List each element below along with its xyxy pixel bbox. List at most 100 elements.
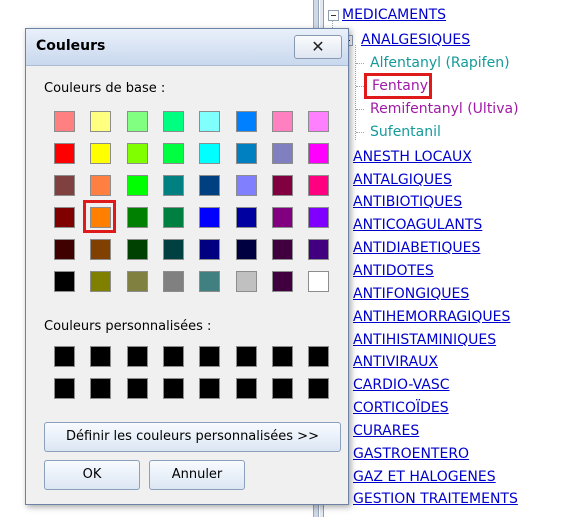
color-swatch[interactable] xyxy=(236,207,257,228)
cancel-button[interactable]: Annuler xyxy=(149,460,245,490)
tree-connector xyxy=(356,86,364,87)
color-swatch[interactable] xyxy=(236,271,257,292)
color-swatch[interactable] xyxy=(199,175,220,196)
color-swatch[interactable] xyxy=(272,175,293,196)
color-swatch[interactable] xyxy=(163,271,184,292)
dialog-title: Couleurs xyxy=(36,38,106,54)
tree-category-label[interactable]: CORTICOÏDES xyxy=(353,397,449,419)
color-swatch[interactable] xyxy=(90,239,111,260)
custom-color-swatch[interactable] xyxy=(127,346,148,367)
color-swatch[interactable] xyxy=(199,207,220,228)
custom-color-swatch[interactable] xyxy=(272,378,293,399)
tree-connector xyxy=(356,109,364,110)
color-swatch[interactable] xyxy=(54,111,75,132)
color-swatch[interactable] xyxy=(90,175,111,196)
custom-color-swatch[interactable] xyxy=(163,378,184,399)
custom-color-swatch[interactable] xyxy=(127,378,148,399)
tree-category-label[interactable]: ANTIHEMORRAGIQUES xyxy=(353,306,510,328)
selection-highlight xyxy=(364,73,432,99)
tree-group-label[interactable]: ANALGESIQUES xyxy=(361,29,470,51)
color-swatch[interactable] xyxy=(163,175,184,196)
color-swatch[interactable] xyxy=(54,143,75,164)
color-swatch[interactable] xyxy=(127,143,148,164)
tree-category-label[interactable]: ANTIHISTAMINIQUES xyxy=(353,329,496,351)
tree-category-label[interactable]: ANTIFONGIQUES xyxy=(353,283,469,305)
tree-category-label[interactable]: ANTICOAGULANTS xyxy=(353,214,482,236)
color-swatch[interactable] xyxy=(54,271,75,292)
color-swatch[interactable] xyxy=(127,239,148,260)
color-swatch[interactable] xyxy=(163,143,184,164)
color-swatch[interactable] xyxy=(127,175,148,196)
custom-color-swatch[interactable] xyxy=(163,346,184,367)
medication-tree: MEDICAMENTS ANALGESIQUES Alfentanyl (Rap… xyxy=(326,0,582,517)
collapse-icon[interactable] xyxy=(328,10,339,21)
tree-connector xyxy=(356,132,364,133)
define-custom-colors-button[interactable]: Définir les couleurs personnalisées >> xyxy=(44,422,341,452)
tree-category-label[interactable]: ANTIVIRAUX xyxy=(353,351,438,373)
tree-category-label[interactable]: ANESTH LOCAUX xyxy=(353,146,472,168)
color-swatch[interactable] xyxy=(199,271,220,292)
color-swatch[interactable] xyxy=(163,207,184,228)
tree-category-label[interactable]: ANTIDIABETIQUES xyxy=(353,237,480,259)
color-swatch[interactable] xyxy=(54,175,75,196)
custom-colors-label: Couleurs personnalisées : xyxy=(44,319,212,334)
color-swatch[interactable] xyxy=(272,207,293,228)
custom-color-swatch[interactable] xyxy=(199,346,220,367)
color-swatch[interactable] xyxy=(163,111,184,132)
color-swatch[interactable] xyxy=(199,111,220,132)
color-swatch[interactable] xyxy=(272,111,293,132)
custom-color-swatch[interactable] xyxy=(236,378,257,399)
tree-line xyxy=(355,45,356,140)
tree-leaf-label[interactable]: Remifentanyl (Ultiva) xyxy=(370,98,519,120)
tree-category-label[interactable]: CURARES xyxy=(353,420,419,442)
custom-color-swatch[interactable] xyxy=(272,346,293,367)
base-colors-label: Couleurs de base : xyxy=(44,81,166,96)
tree-category-label[interactable]: GAZ ET HALOGENES xyxy=(353,466,496,488)
color-swatch[interactable] xyxy=(90,111,111,132)
custom-color-swatch[interactable] xyxy=(236,346,257,367)
color-swatch[interactable] xyxy=(199,239,220,260)
color-swatch[interactable] xyxy=(272,239,293,260)
color-swatch[interactable] xyxy=(308,271,329,292)
color-swatch[interactable] xyxy=(308,175,329,196)
color-swatch[interactable] xyxy=(127,271,148,292)
color-swatch[interactable] xyxy=(127,111,148,132)
color-swatch[interactable] xyxy=(308,111,329,132)
tree-root-label[interactable]: MEDICAMENTS xyxy=(342,4,446,26)
tree-category-label[interactable]: ANTIBIOTIQUES xyxy=(353,191,462,213)
color-swatch[interactable] xyxy=(272,271,293,292)
ok-button[interactable]: OK xyxy=(44,460,140,490)
color-swatch[interactable] xyxy=(308,143,329,164)
dialog-titlebar[interactable]: Couleurs ✕ xyxy=(26,29,348,66)
custom-color-swatch[interactable] xyxy=(90,346,111,367)
tree-category-label[interactable]: GASTROENTERO xyxy=(353,443,469,465)
color-swatch[interactable] xyxy=(54,239,75,260)
tree-category-label[interactable]: ANTIDOTES xyxy=(353,260,434,282)
tree-category-label[interactable]: CARDIO-VASC xyxy=(353,374,450,396)
tree-leaf-label[interactable]: Alfentanyl (Rapifen) xyxy=(370,52,510,74)
custom-color-swatch[interactable] xyxy=(54,346,75,367)
color-swatch[interactable] xyxy=(127,207,148,228)
color-swatch[interactable] xyxy=(308,239,329,260)
color-swatch[interactable] xyxy=(163,239,184,260)
tree-category-label[interactable]: GESTION TRAITEMENTS xyxy=(353,488,518,510)
custom-color-swatch[interactable] xyxy=(90,378,111,399)
color-swatch[interactable] xyxy=(272,143,293,164)
color-swatch[interactable] xyxy=(90,271,111,292)
custom-color-swatch[interactable] xyxy=(308,378,329,399)
color-swatch[interactable] xyxy=(236,143,257,164)
color-dialog: Couleurs ✕ Couleurs de base : Couleurs p… xyxy=(25,28,349,505)
color-swatch[interactable] xyxy=(308,207,329,228)
color-swatch[interactable] xyxy=(236,175,257,196)
tree-category-label[interactable]: ANTALGIQUES xyxy=(353,169,452,191)
custom-color-swatch[interactable] xyxy=(199,378,220,399)
color-swatch[interactable] xyxy=(236,111,257,132)
tree-leaf-label[interactable]: Sufentanil xyxy=(370,121,441,143)
custom-color-swatch[interactable] xyxy=(54,378,75,399)
color-swatch[interactable] xyxy=(90,143,111,164)
color-swatch[interactable] xyxy=(236,239,257,260)
close-button[interactable]: ✕ xyxy=(294,35,342,59)
color-swatch[interactable] xyxy=(199,143,220,164)
custom-color-swatch[interactable] xyxy=(308,346,329,367)
color-swatch[interactable] xyxy=(54,207,75,228)
